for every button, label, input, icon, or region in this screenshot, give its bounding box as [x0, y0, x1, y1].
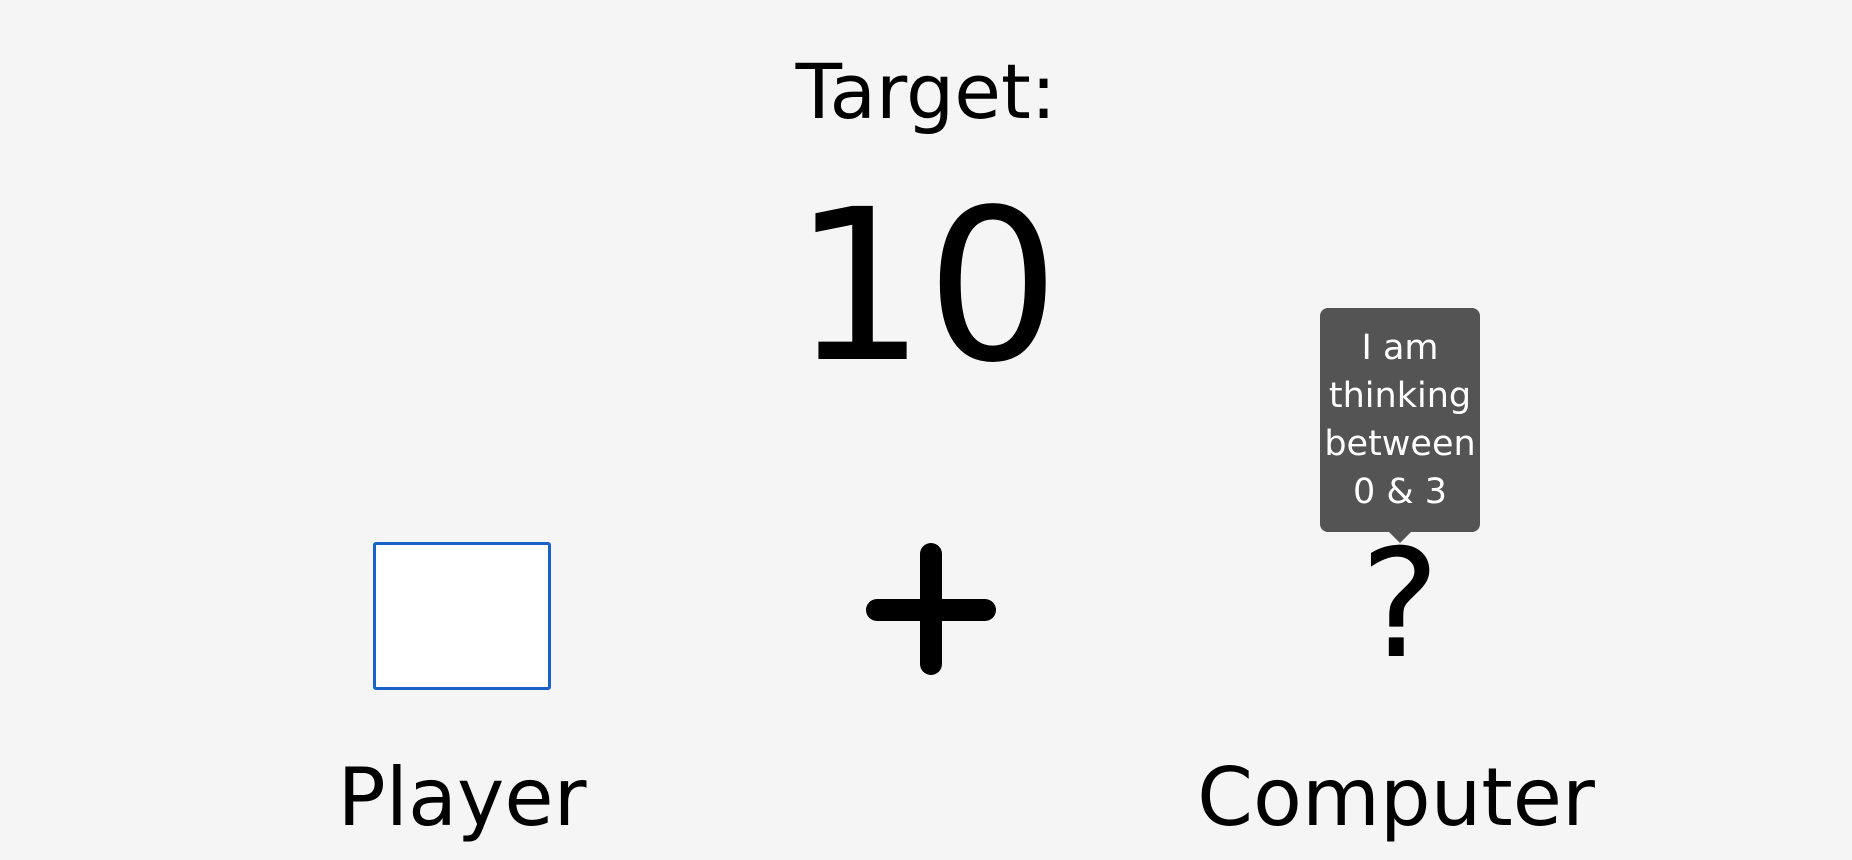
plus-icon	[860, 543, 1000, 675]
game-board: Target: 10 I am thinking between 0 & 3 ?…	[0, 0, 1852, 860]
player-label: Player	[337, 751, 587, 844]
target-value: 10	[792, 164, 1060, 409]
computer-mystery-number: ?	[1360, 518, 1440, 692]
computer-hint-tooltip: I am thinking between 0 & 3	[1320, 308, 1480, 532]
computer-label: Computer	[1197, 751, 1595, 844]
target-label: Target:	[795, 47, 1057, 136]
plus-icon-vertical-bar	[920, 543, 942, 675]
player-number-input[interactable]	[373, 542, 551, 690]
